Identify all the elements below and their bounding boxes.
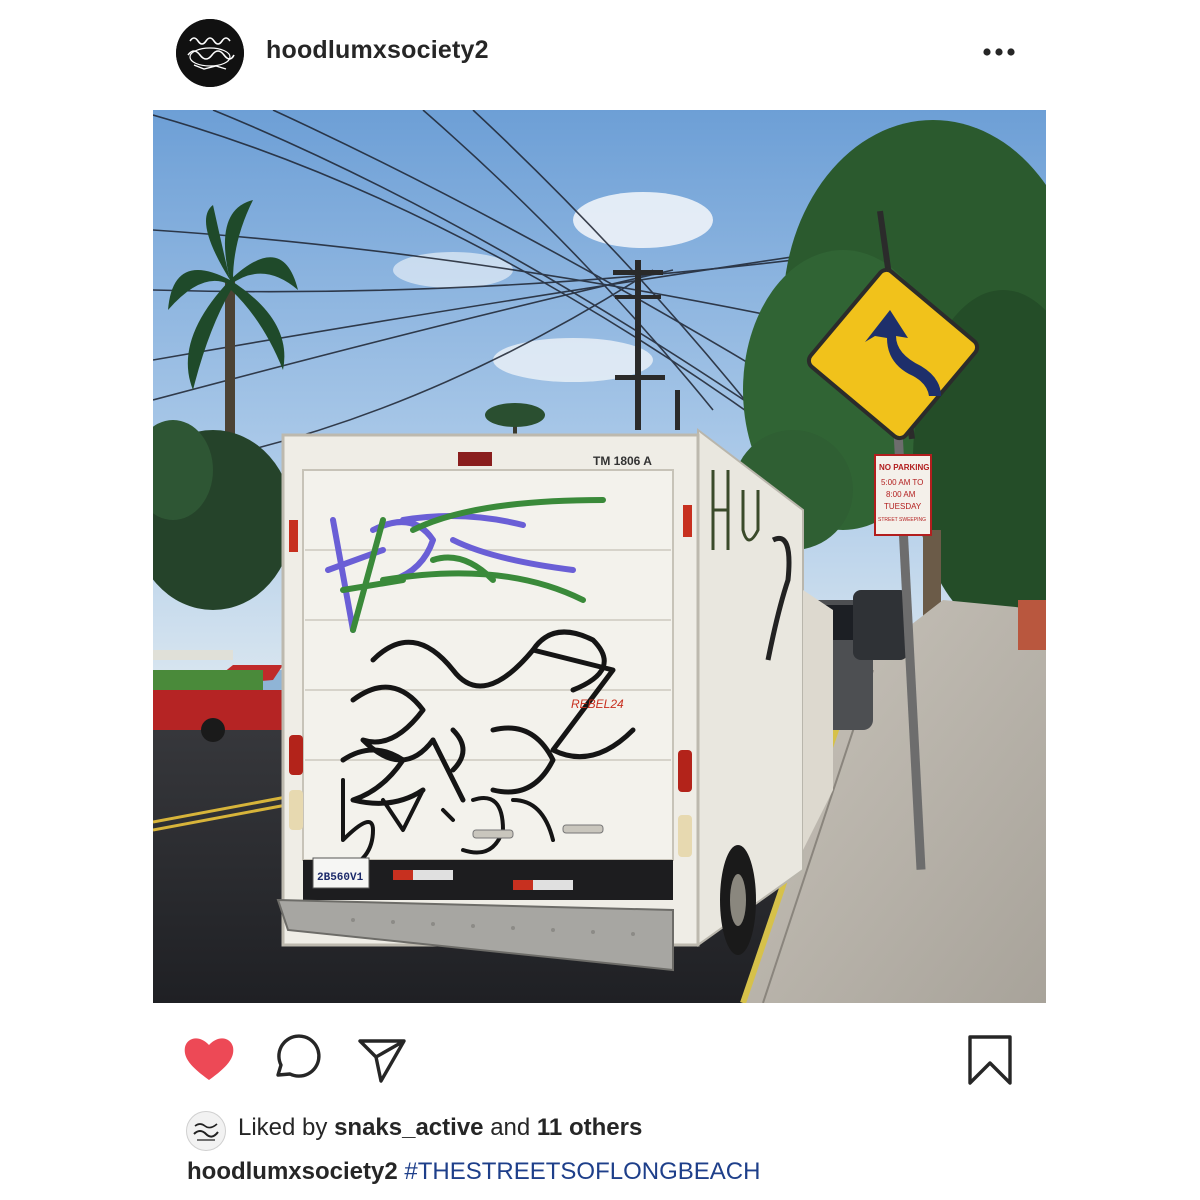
no-parking-text: NO PARKING bbox=[879, 463, 930, 472]
sign-line1-text: 5:00 AM TO bbox=[881, 478, 923, 487]
sign-line4-text: STREET SWEEPING bbox=[878, 517, 926, 523]
liker-username[interactable]: snaks_active bbox=[334, 1114, 483, 1141]
caption-hashtag[interactable]: #THESTREETSOFLONGBEACH bbox=[404, 1158, 760, 1185]
post-action-bar bbox=[0, 1025, 1200, 1090]
likes-row: Liked by snaks_active and 11 others bbox=[186, 1108, 1086, 1151]
post-photo[interactable]: TM 1806 A REBEL24 2B560V1 NO PARKING 5:0… bbox=[153, 110, 1046, 1003]
paper-plane-icon[interactable] bbox=[354, 1031, 410, 1087]
more-options-icon[interactable] bbox=[982, 44, 1016, 60]
sticker-text: REBEL24 bbox=[571, 697, 624, 711]
heart-filled-icon[interactable] bbox=[181, 1031, 237, 1087]
likes-others-link[interactable]: 11 others bbox=[537, 1114, 642, 1141]
liker-avatar[interactable] bbox=[186, 1111, 226, 1151]
sign-line3-text: TUESDAY bbox=[884, 502, 922, 511]
likes-text: Liked by snaks_active and 11 others bbox=[238, 1114, 642, 1142]
post-caption: hoodlumxsociety2 #THESTREETSOFLONGBEACH bbox=[187, 1158, 760, 1186]
profile-avatar[interactable] bbox=[176, 19, 244, 87]
likes-and: and bbox=[490, 1114, 531, 1141]
post-username[interactable]: hoodlumxsociety2 bbox=[266, 36, 489, 65]
truck-code-text: TM 1806 A bbox=[593, 454, 652, 468]
license-plate-text: 2B560V1 bbox=[317, 872, 364, 884]
avatar-logo-icon bbox=[176, 19, 244, 87]
bookmark-icon[interactable] bbox=[962, 1031, 1018, 1087]
sign-line2-text: 8:00 AM bbox=[886, 490, 916, 499]
likes-prefix: Liked by bbox=[238, 1114, 328, 1141]
caption-username[interactable]: hoodlumxsociety2 bbox=[187, 1158, 398, 1185]
post-header: hoodlumxsociety2 bbox=[0, 0, 1200, 105]
comment-icon[interactable] bbox=[268, 1031, 324, 1087]
